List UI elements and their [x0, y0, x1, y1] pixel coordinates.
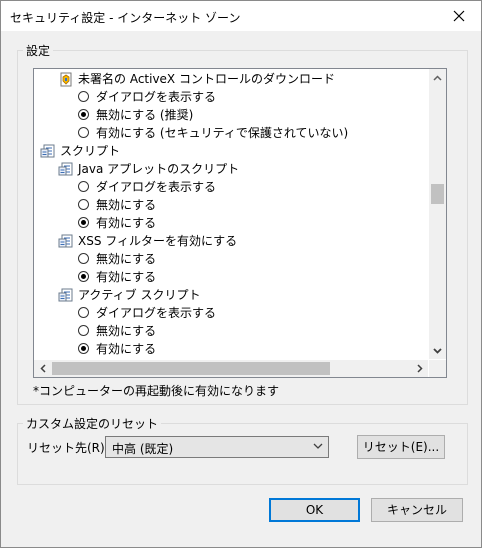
chevron-down-icon	[313, 443, 323, 449]
cancel-button[interactable]: キャンセル	[371, 498, 463, 522]
chevron-up-icon	[433, 74, 442, 81]
restart-note: *コンピューターの再起動後に有効になります	[33, 384, 280, 398]
close-icon	[453, 10, 464, 22]
settings-list[interactable]: 未署名の ActiveX コントロールのダウンロードダイアログを表示する 無効にす…	[33, 68, 447, 378]
radio-selected[interactable]	[78, 109, 89, 120]
reset-to-label: リセット先(R):	[27, 441, 109, 455]
setting-option-label: 無効にする (推奨)	[96, 108, 194, 122]
horizontal-scroll-thumb[interactable]	[52, 362, 330, 375]
radio-selected[interactable]	[78, 343, 89, 354]
setting-option-label: 有効にする	[96, 216, 157, 230]
close-button[interactable]	[436, 1, 481, 31]
setting-option-label: 無効にする	[96, 198, 157, 212]
reset-level-value: 中高 (既定)	[112, 442, 174, 456]
setting-option-label: ダイアログを表示する	[96, 180, 217, 194]
security-settings-dialog: セキュリティ設定 - インターネット ゾーン 設定 未署名の ActiveX コ…	[0, 0, 482, 548]
radio-unselected[interactable]	[78, 181, 89, 192]
shield-app-icon	[58, 72, 73, 87]
script-icon	[40, 144, 55, 159]
setting-option-label: ダイアログを表示する	[96, 306, 217, 320]
scroll-right-button[interactable]	[411, 360, 428, 377]
radio-unselected[interactable]	[78, 91, 89, 102]
vertical-scrollbar[interactable]	[429, 69, 446, 359]
settings-group-label: 設定	[23, 42, 54, 59]
scroll-up-button[interactable]	[429, 69, 446, 86]
settings-list-content: 未署名の ActiveX コントロールのダウンロードダイアログを表示する 無効にす…	[34, 69, 428, 359]
script-icon	[58, 234, 73, 249]
chevron-left-icon	[39, 364, 46, 373]
setting-category-label: 未署名の ActiveX コントロールのダウンロード	[78, 72, 335, 86]
title-bar: セキュリティ設定 - インターネット ゾーン	[1, 1, 481, 31]
scroll-corner	[429, 360, 446, 377]
reset-level-select[interactable]: 中高 (既定)	[105, 436, 329, 458]
setting-option-label: 有効にする	[96, 270, 157, 284]
setting-option-label: 無効にする	[96, 324, 157, 338]
chevron-down-icon	[433, 347, 442, 354]
radio-unselected[interactable]	[78, 325, 89, 336]
scroll-left-button[interactable]	[34, 360, 51, 377]
reset-group-label: カスタム設定のリセット	[23, 415, 162, 432]
radio-selected[interactable]	[78, 217, 89, 228]
script-icon	[58, 288, 73, 303]
window-title: セキュリティ設定 - インターネット ゾーン	[10, 11, 241, 25]
setting-category-label: スクリプト	[60, 144, 121, 158]
radio-unselected[interactable]	[78, 199, 89, 210]
radio-selected[interactable]	[78, 271, 89, 282]
setting-option-label: ダイアログを表示する	[96, 90, 217, 104]
setting-option-label: 有効にする	[96, 342, 157, 356]
setting-category-label: アクティブ スクリプト	[78, 288, 201, 302]
setting-option-label: 無効にする	[96, 252, 157, 266]
radio-unselected[interactable]	[78, 307, 89, 318]
setting-category-label: XSS フィルターを有効にする	[78, 234, 238, 248]
scroll-down-button[interactable]	[429, 342, 446, 359]
chevron-right-icon	[416, 364, 423, 373]
setting-option-label: 有効にする (セキュリティで保護されていない)	[96, 126, 349, 140]
setting-category-label: Java アプレットのスクリプト	[78, 162, 240, 176]
vertical-scroll-thumb[interactable]	[431, 184, 444, 204]
radio-unselected[interactable]	[78, 253, 89, 264]
horizontal-scrollbar[interactable]	[34, 360, 428, 377]
script-icon	[58, 162, 73, 177]
reset-button[interactable]: リセット(E)...	[357, 435, 445, 459]
radio-unselected[interactable]	[78, 127, 89, 138]
ok-button[interactable]: OK	[269, 498, 360, 522]
